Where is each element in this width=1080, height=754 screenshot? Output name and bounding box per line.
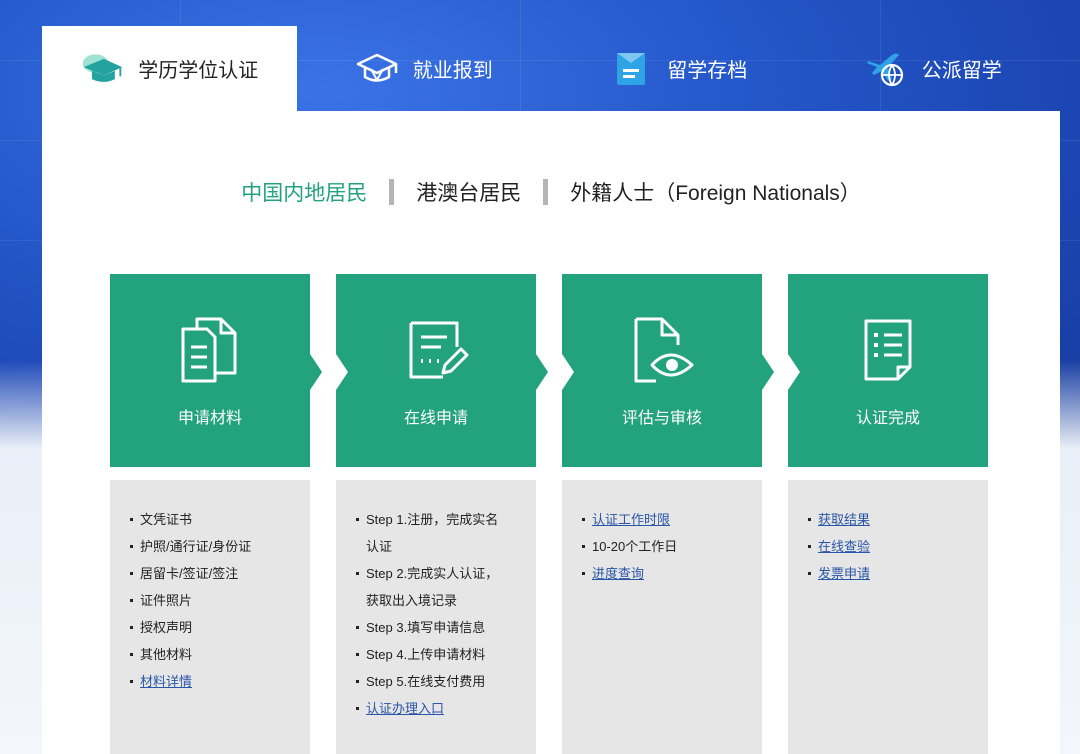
tab-label: 公派留学: [921, 60, 1002, 82]
subnav-hk-macao-taiwan[interactable]: 港澳台居民: [416, 177, 521, 207]
list-item: 认证工作时限: [582, 506, 762, 533]
list-item: 文凭证书: [130, 506, 310, 533]
work-time-limit-link[interactable]: 认证工作时限: [592, 512, 670, 527]
form-edit-icon: [400, 314, 472, 386]
list-item: 发票申请: [808, 560, 988, 587]
list-item-continuation: 获取出入境记录: [366, 593, 458, 608]
list-item: 10-20个工作日: [582, 533, 762, 560]
step-online-application[interactable]: 在线申请: [336, 274, 536, 467]
list-item: 居留卡/签证/签注: [130, 560, 310, 587]
subnav-divider: [543, 179, 549, 205]
step-label: 认证完成: [855, 410, 920, 427]
graduation-cap-icon: [80, 49, 124, 89]
tab-employment-report[interactable]: 就业报到: [297, 26, 552, 111]
list-item: Step 3.填写申请信息: [356, 614, 536, 641]
tab-label: 就业报到: [412, 60, 493, 82]
tab-study-abroad-archive[interactable]: 留学存档: [551, 26, 806, 111]
process-steps: 申请材料 在线申请 评估与审核 认证完成: [110, 274, 990, 467]
list-item: 材料详情: [130, 668, 310, 695]
list-item: 进度查询: [582, 560, 762, 587]
list-item: 获取结果: [808, 506, 988, 533]
step-complete[interactable]: 认证完成: [788, 274, 988, 467]
list-item: Step 1.注册，完成实名: [356, 506, 536, 533]
step-details: 文凭证书 护照/通行证/身份证 居留卡/签证/签注 证件照片 授权声明 其他材料…: [110, 480, 990, 754]
step-arrow: [310, 354, 322, 390]
list-item: Step 2.完成实人认证，: [356, 560, 536, 587]
arrow-notch: [788, 354, 800, 390]
step-label: 申请材料: [177, 410, 242, 427]
tab-label: 留学存档: [667, 60, 748, 82]
materials-detail: 文凭证书 护照/通行证/身份证 居留卡/签证/签注 证件照片 授权声明 其他材料…: [110, 480, 310, 754]
document-eye-icon: [626, 314, 698, 386]
subnav-foreign-nationals[interactable]: 外籍人士（Foreign Nationals）: [570, 177, 861, 207]
online-verify-link[interactable]: 在线查验: [818, 539, 870, 554]
documents-icon: [174, 314, 246, 386]
step-label: 在线申请: [403, 410, 468, 427]
list-item: 护照/通行证/身份证: [130, 533, 310, 560]
online-application-detail: Step 1.注册，完成实名 认证 Step 2.完成实人认证， 获取出入境记录…: [336, 480, 536, 754]
step-label: 评估与审核: [621, 410, 702, 427]
list-item-continuation: 认证: [366, 539, 393, 554]
invoice-request-link[interactable]: 发票申请: [818, 566, 870, 581]
list-item: 授权声明: [130, 614, 310, 641]
step-arrow: [536, 354, 548, 390]
get-result-link[interactable]: 获取结果: [818, 512, 870, 527]
subnav-mainland-residents[interactable]: 中国内地居民: [241, 177, 367, 207]
cap-outline-icon: [355, 49, 399, 89]
list-item: 证件照片: [130, 587, 310, 614]
step-arrow: [762, 354, 774, 390]
step-review[interactable]: 评估与审核: [562, 274, 762, 467]
materials-details-link[interactable]: 材料详情: [140, 674, 192, 689]
list-item: 在线查验: [808, 533, 988, 560]
resident-type-nav: 中国内地居民 港澳台居民 外籍人士（Foreign Nationals）: [42, 177, 1060, 207]
list-item: Step 5.在线支付费用: [356, 668, 536, 695]
subnav-divider: [389, 179, 395, 205]
list-item: 认证办理入口: [356, 695, 536, 722]
archive-folder-icon: [609, 49, 653, 89]
certification-entry-link[interactable]: 认证办理入口: [366, 701, 444, 716]
main-panel: 中国内地居民 港澳台居民 外籍人士（Foreign Nationals） 申请材…: [42, 111, 1060, 754]
list-item: 其他材料: [130, 641, 310, 668]
checklist-icon: [852, 314, 924, 386]
arrow-notch: [562, 354, 574, 390]
progress-query-link[interactable]: 进度查询: [592, 566, 644, 581]
tab-degree-certification[interactable]: 学历学位认证: [42, 26, 297, 111]
arrow-notch: [336, 354, 348, 390]
list-item: Step 4.上传申请材料: [356, 641, 536, 668]
tab-government-sponsored[interactable]: 公派留学: [806, 26, 1061, 111]
complete-detail: 获取结果 在线查验 发票申请: [788, 480, 988, 754]
review-detail: 认证工作时限 10-20个工作日 进度查询: [562, 480, 762, 754]
plane-globe-icon: [864, 49, 908, 89]
service-tabs: 学历学位认证 就业报到 留学存档 公派留学: [42, 26, 1060, 111]
tab-label: 学历学位认证: [138, 60, 259, 82]
step-materials[interactable]: 申请材料: [110, 274, 310, 467]
